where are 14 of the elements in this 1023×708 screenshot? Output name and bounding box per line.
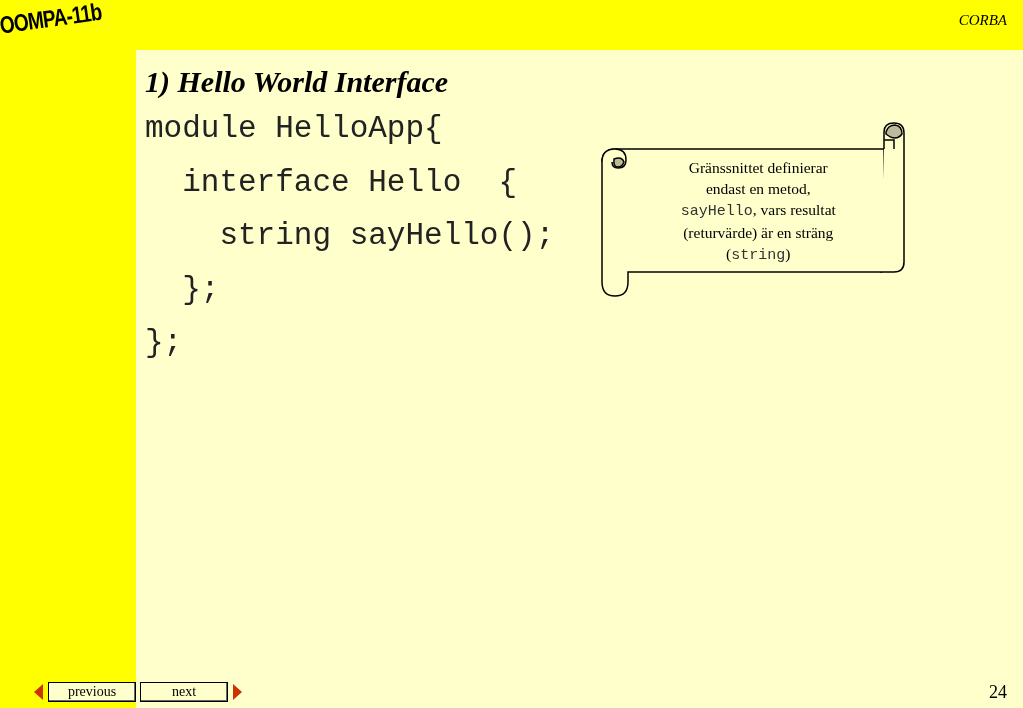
next-button[interactable]: next [140,682,228,702]
callout-text: Gränssnittet definierar endast en metod, sayHello, vars resultat (returvärde) är en sträng (string) [679,158,837,266]
code-line: module HelloApp{ [145,110,444,148]
header-title: CORBA [958,12,1007,29]
code-line: string sayHello(); [218,217,555,255]
slide-title: 1) Hello World Interface [145,64,450,100]
code-line: interface Hello { [181,163,519,202]
code-line: }; [145,324,184,362]
logo: OOMPA-11b [0,0,104,40]
left-arrow-icon[interactable] [34,684,43,700]
page-number: 24 [989,681,1007,703]
previous-button[interactable]: previous [48,682,136,702]
code-line: }; [181,270,221,309]
right-arrow-icon[interactable] [233,684,242,700]
